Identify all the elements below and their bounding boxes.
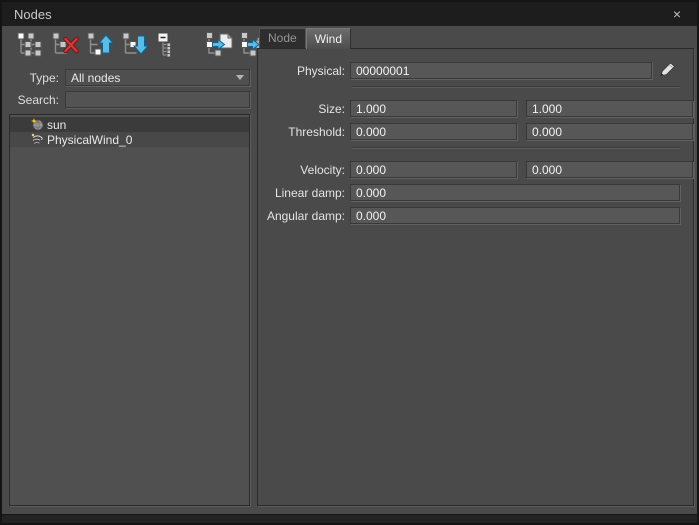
size-y-input[interactable] [526, 100, 693, 117]
wind-tab-content: Physical: Size: [257, 48, 694, 506]
linear-damp-label: Linear damp: [258, 186, 350, 200]
search-input[interactable] [65, 91, 250, 108]
move-up-icon [87, 32, 114, 60]
window-title: Nodes [14, 7, 52, 22]
separator [352, 86, 680, 88]
velocity-x-input[interactable] [350, 161, 517, 178]
copy-node-to-document-button[interactable] [206, 33, 233, 59]
type-dropdown-value: All nodes [71, 71, 120, 85]
window-content: Type: All nodes Search: sun [2, 26, 697, 514]
velocity-label: Velocity: [258, 163, 350, 177]
type-filter-row: Type: All nodes [5, 69, 252, 86]
physical-label: Physical: [258, 64, 350, 78]
size-row: Size: [258, 100, 680, 117]
title-bar: Nodes × [2, 2, 697, 26]
window-bottom-edge [2, 514, 697, 523]
velocity-row: Velocity: [258, 161, 680, 178]
tree-item-label: sun [47, 118, 66, 132]
threshold-y-input[interactable] [526, 123, 693, 140]
physical-row: Physical: [258, 62, 680, 79]
nodes-toolbar [5, 27, 252, 61]
physical-input[interactable] [350, 62, 652, 79]
tab-node[interactable]: Node [259, 28, 306, 48]
move-node-up-button[interactable] [87, 33, 114, 59]
search-row: Search: [5, 91, 252, 108]
threshold-row: Threshold: [258, 123, 680, 140]
angular-damp-row: Angular damp: [258, 207, 680, 224]
nodes-window: Nodes × [0, 0, 699, 525]
delete-node-icon [52, 32, 79, 60]
search-label: Search: [5, 93, 65, 107]
collapse-tree-button[interactable] [157, 33, 184, 59]
move-down-icon [122, 32, 149, 60]
node-properties-panel: Node Wind Physical: [257, 27, 694, 506]
new-node-button[interactable] [17, 33, 44, 59]
threshold-label: Threshold: [258, 125, 350, 139]
pencil-icon [658, 61, 678, 81]
type-dropdown[interactable]: All nodes [65, 69, 250, 86]
delete-node-button[interactable] [52, 33, 79, 59]
chevron-down-icon [236, 75, 244, 80]
edit-physical-button[interactable] [656, 62, 680, 80]
new-node-icon [17, 32, 44, 60]
close-button[interactable]: × [669, 8, 685, 21]
sun-icon [31, 118, 44, 131]
angular-damp-input[interactable] [350, 207, 680, 224]
linear-damp-input[interactable] [350, 184, 680, 201]
properties-tabbar: Node Wind [257, 27, 694, 48]
tab-wind[interactable]: Wind [306, 28, 351, 49]
threshold-x-input[interactable] [350, 123, 517, 140]
tree-item-label: PhysicalWind_0 [47, 133, 132, 147]
separator [352, 147, 680, 149]
node-tree: sun PhysicalWind_0 [9, 114, 250, 506]
close-icon: × [673, 6, 681, 22]
tree-item-physicalwind[interactable]: PhysicalWind_0 [10, 132, 249, 147]
nodes-list-panel: Type: All nodes Search: sun [5, 27, 252, 506]
wind-icon [31, 133, 44, 146]
size-label: Size: [258, 102, 350, 116]
tree-item-sun[interactable]: sun [10, 117, 249, 132]
move-node-down-button[interactable] [122, 33, 149, 59]
type-label: Type: [5, 71, 65, 85]
velocity-y-input[interactable] [526, 161, 693, 178]
collapse-tree-icon [157, 32, 184, 60]
angular-damp-label: Angular damp: [258, 209, 350, 223]
size-x-input[interactable] [350, 100, 517, 117]
linear-damp-row: Linear damp: [258, 184, 680, 201]
copy-to-document-icon [206, 32, 233, 60]
